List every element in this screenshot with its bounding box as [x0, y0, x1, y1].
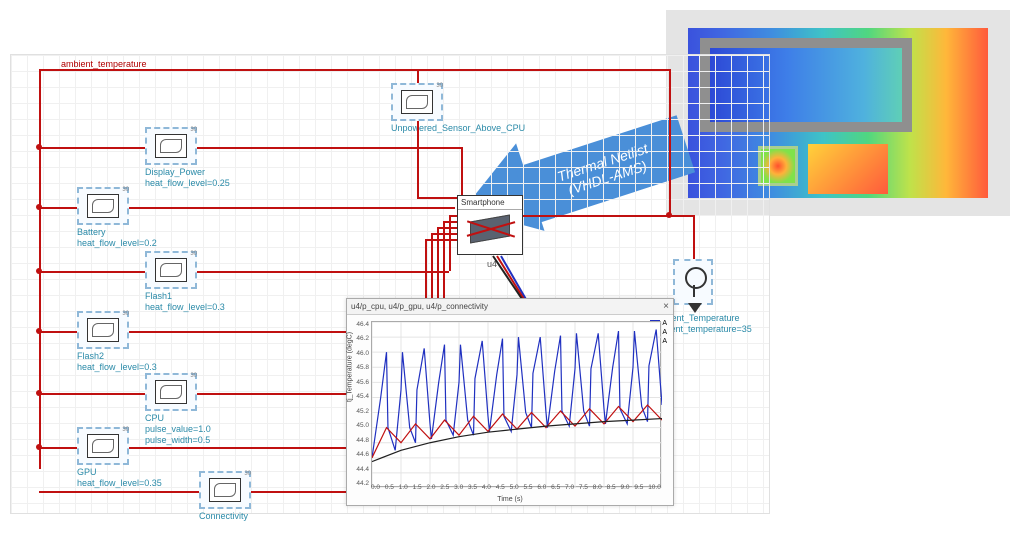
wire: [449, 215, 451, 271]
wire: [431, 233, 457, 235]
ambient-net-label: ambient_temperature: [61, 59, 147, 69]
label-battery: Battery heat_flow_level=0.2: [77, 227, 157, 249]
node: [36, 144, 42, 150]
block-display-power[interactable]: 30: [145, 127, 197, 165]
wire: [693, 215, 695, 259]
block-flash2[interactable]: 30: [77, 311, 129, 349]
label-display: Display_Power heat_flow_level=0.25: [145, 167, 230, 189]
label-connectivity: Connectivity: [199, 511, 248, 522]
wire: [39, 147, 145, 149]
wire: [437, 227, 457, 229]
wire: [39, 69, 669, 71]
block-unpowered-sensor[interactable]: 30: [391, 83, 443, 121]
block-smartphone[interactable]: Smartphone: [457, 195, 523, 255]
wire: [197, 147, 461, 149]
node: [36, 268, 42, 274]
chart-ylabel: tj_Temperature (degC): [347, 332, 354, 402]
node: [36, 328, 42, 334]
block-connectivity[interactable]: 30: [199, 471, 251, 509]
wire: [425, 239, 457, 241]
wire: [417, 197, 457, 199]
wire: [39, 331, 77, 333]
wire: [129, 207, 455, 209]
node: [36, 444, 42, 450]
wire: [39, 207, 77, 209]
node: [36, 390, 42, 396]
close-icon[interactable]: ×: [663, 301, 669, 312]
label-cpu: CPU pulse_value=1.0 pulse_width=0.5: [145, 413, 211, 446]
wire: [39, 393, 145, 395]
chart-svg: [372, 322, 662, 488]
chart-window[interactable]: u4/p_cpu, u4/p_gpu, u4/p_connectivity × …: [346, 298, 674, 506]
wire: [669, 69, 671, 215]
block-battery[interactable]: 30: [77, 187, 129, 225]
label-unpowered: Unpowered_Sensor_Above_CPU: [391, 123, 525, 134]
node: [666, 212, 672, 218]
thermal-die: [808, 144, 888, 194]
wire: [39, 447, 77, 449]
label-flash2: Flash2 heat_flow_level=0.3: [77, 351, 157, 373]
wire: [449, 215, 457, 217]
label-gpu: GPU heat_flow_level=0.35: [77, 467, 162, 489]
chart-plot-area: [371, 321, 661, 487]
block-gpu[interactable]: 30: [77, 427, 129, 465]
wire: [417, 69, 419, 83]
wire: [39, 271, 145, 273]
wire: [39, 491, 199, 493]
wire: [197, 271, 449, 273]
chart-xticks: 0.00.51.01.52.02.53.03.54.04.55.05.56.06…: [371, 484, 661, 491]
smartphone-title: Smartphone: [458, 196, 522, 210]
chart-xlabel: Time (s): [347, 496, 673, 503]
wire: [443, 221, 457, 223]
chart-yticks: 46.446.246.045.845.645.445.245.044.844.6…: [353, 321, 369, 487]
block-flash1[interactable]: 30: [145, 251, 197, 289]
chart-title: u4/p_cpu, u4/p_gpu, u4/p_connectivity: [351, 302, 488, 311]
smartphone-pictogram: [466, 212, 514, 246]
chart-titlebar[interactable]: u4/p_cpu, u4/p_gpu, u4/p_connectivity ×: [347, 299, 673, 315]
wire: [417, 121, 419, 197]
label-flash1: Flash1 heat_flow_level=0.3: [145, 291, 225, 313]
block-cpu[interactable]: 30: [145, 373, 197, 411]
node: [36, 204, 42, 210]
block-ambient-temperature[interactable]: [673, 259, 713, 305]
